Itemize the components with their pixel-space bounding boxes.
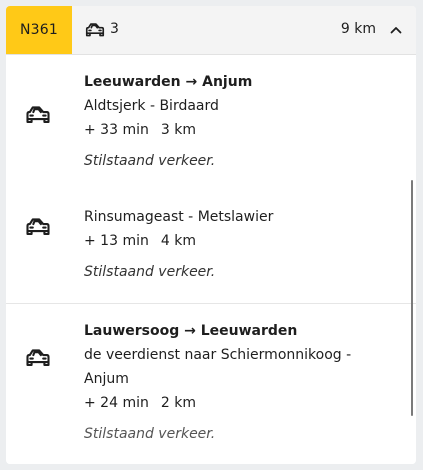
incident-segment: Aldtsjerk - Birdaard <box>84 98 219 114</box>
incident-status: Stilstaand verkeer. <box>84 153 216 169</box>
incident-length: 2 km <box>160 395 196 411</box>
incident-stats: + 33 min 3 km <box>84 118 384 142</box>
incident-length: 3 km <box>160 122 196 138</box>
car-icon <box>85 23 105 37</box>
incident-delay: + 13 min <box>84 233 149 249</box>
incident-count: 3 <box>110 21 119 37</box>
incident-stats: + 13 min 4 km <box>84 229 384 253</box>
incident-stats: + 24 min 2 km <box>84 391 384 415</box>
traffic-jam-icon <box>26 349 50 367</box>
bottom-fade <box>6 452 416 464</box>
incident-delay: + 24 min <box>84 395 149 411</box>
incident-status: Stilstaand verkeer. <box>84 264 216 280</box>
road-badge: N361 <box>6 6 72 54</box>
incident-route: Leeuwarden → Anjum <box>84 74 253 90</box>
road-header[interactable]: N361 3 9 km <box>6 6 416 55</box>
incident-route: Lauwersoog → Leeuwarden <box>84 323 298 339</box>
chevron-up-icon[interactable] <box>388 22 404 38</box>
incident-status: Stilstaand verkeer. <box>84 426 216 442</box>
total-distance: 9 km <box>340 21 376 37</box>
incident-item[interactable]: Rinsumageast - Metslawier + 13 min 4 km S… <box>6 175 416 303</box>
traffic-jam-icon <box>26 218 50 236</box>
incident-segment: Rinsumageast - Metslawier <box>84 209 274 225</box>
traffic-card: N361 3 9 km Leeuwarden → Anjum Aldtsjerk… <box>6 6 416 464</box>
incident-length: 4 km <box>160 233 196 249</box>
incident-segment: de veerdienst naar Schiermonnikoog - Anj… <box>84 347 352 387</box>
traffic-jam-icon <box>26 106 50 124</box>
scrollbar[interactable] <box>411 180 413 416</box>
incident-delay: + 33 min <box>84 122 149 138</box>
incident-item[interactable]: Lauwersoog → Leeuwarden de veerdienst na… <box>6 304 416 464</box>
incident-item[interactable]: Leeuwarden → Anjum Aldtsjerk - Birdaard … <box>6 55 416 175</box>
